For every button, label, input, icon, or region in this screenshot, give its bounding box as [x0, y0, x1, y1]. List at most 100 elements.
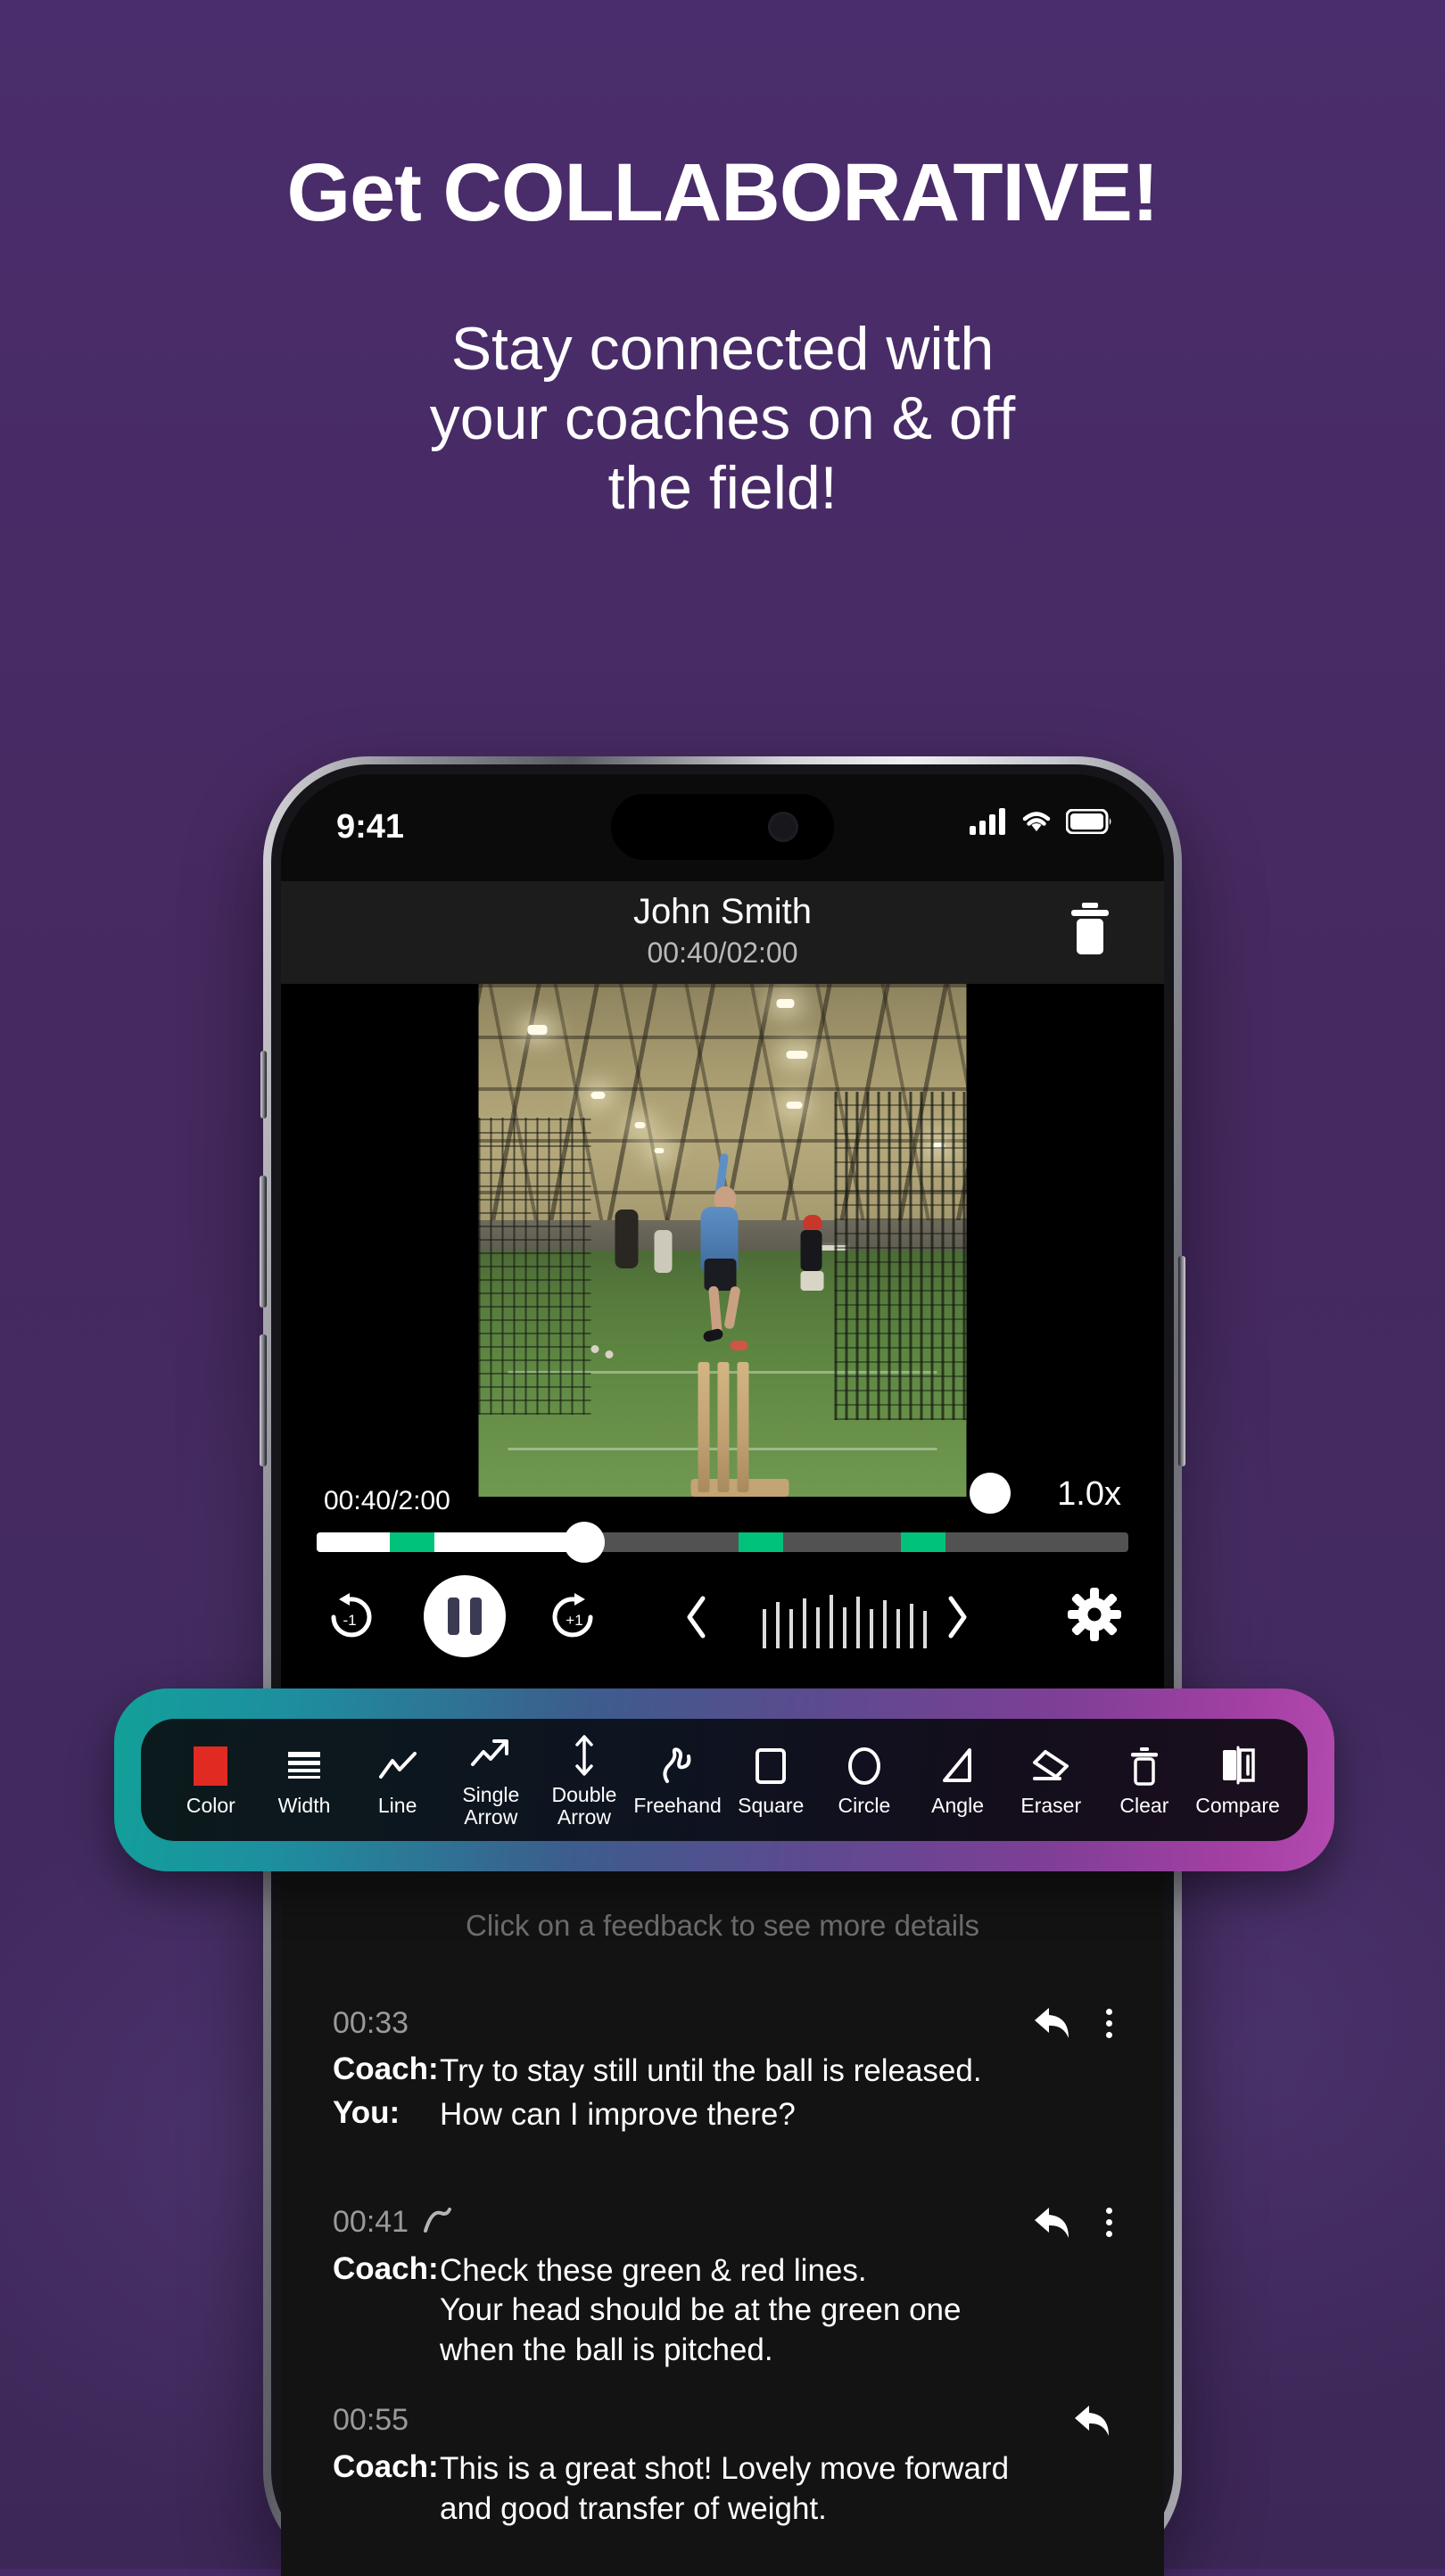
bowler-shorts — [704, 1258, 737, 1291]
tool-label: Compare — [1195, 1794, 1280, 1818]
annotation-toolbar-container: Color Width Line Single Arrow Double Arr… — [114, 1688, 1334, 1871]
frame-scrubber[interactable] — [763, 1584, 927, 1648]
dynamic-island — [611, 794, 834, 860]
gear-icon — [1068, 1588, 1121, 1641]
feedback-line: Coach: This is a great shot! Lovely move… — [333, 2449, 1112, 2530]
tool-line[interactable]: Line — [355, 1743, 441, 1818]
feedback-actions — [1029, 2204, 1112, 2242]
frame-tick — [910, 1604, 913, 1648]
tool-freehand[interactable]: Freehand — [633, 1743, 722, 1817]
frame-tick — [923, 1611, 927, 1648]
angle-icon — [942, 1748, 971, 1783]
forward-1-second-button[interactable]: +1 — [549, 1591, 600, 1647]
feedback-header: 00:41 — [333, 2198, 1112, 2248]
status-icons — [970, 808, 1112, 835]
tool-compare[interactable]: Compare — [1195, 1743, 1281, 1818]
background-person — [615, 1210, 639, 1268]
video-scrubber-zone[interactable]: 1.0x 00:40/2:00 — [281, 1461, 1164, 1568]
scrubber-track[interactable] — [317, 1532, 1128, 1552]
tool-color[interactable]: Color — [168, 1743, 253, 1817]
feedback-message: Check these green & red lines. Your head… — [440, 2252, 962, 2368]
feedback-author: Coach: — [333, 2052, 439, 2086]
promo-headline: Get COLLABORATIVE! — [286, 147, 1160, 238]
feedback-hint: Click on a feedback to see more details — [466, 1909, 979, 1942]
single-arrow-icon — [471, 1739, 509, 1767]
list-item[interactable]: 00:33 Coach: Try to stay still until the… — [333, 1986, 1112, 2135]
tool-width[interactable]: Width — [261, 1743, 347, 1817]
page-title: John Smith — [632, 892, 813, 931]
right-net — [834, 1091, 967, 1420]
reply-arrow-icon[interactable] — [1069, 2402, 1112, 2440]
ceiling-lamp — [654, 1148, 665, 1153]
tool-angle[interactable]: Angle — [915, 1743, 1001, 1818]
circle-icon — [847, 1747, 880, 1786]
phone-mockup: 9:41 John Smith 00:40/02:00 1.0x 00:40/2… — [260, 756, 1185, 2576]
line-icon — [378, 1752, 417, 1779]
feedback-author: Coach: — [333, 2448, 439, 2484]
tool-label: Square — [738, 1794, 805, 1818]
frame-tick — [803, 1598, 806, 1648]
annotation-toolbar: Color Width Line Single Arrow Double Arr… — [141, 1719, 1308, 1841]
kebab-menu-icon[interactable] — [1106, 2008, 1112, 2038]
frame-tick — [763, 1609, 766, 1648]
kebab-menu-icon[interactable] — [1106, 2208, 1112, 2238]
settings-button[interactable] — [1068, 1588, 1121, 1646]
tool-circle[interactable]: Circle — [822, 1743, 907, 1817]
frame-tick — [816, 1607, 820, 1648]
feedback-marker[interactable] — [389, 1532, 434, 1552]
feedback-line: Coach: Check these green & red lines. Yo… — [333, 2251, 1112, 2371]
list-item[interactable]: 00:55 Coach: This is a great shot! Lovel… — [333, 2383, 1112, 2530]
left-net — [478, 1117, 591, 1415]
scrubber-thumb[interactable] — [564, 1522, 606, 1563]
feedback-timestamp: 00:55 — [333, 2403, 409, 2438]
feedback-list[interactable]: Click on a feedback to see more details … — [281, 1871, 1164, 2576]
subheadline-line-1: Stay connected with — [450, 315, 995, 383]
feedback-marker[interactable] — [739, 1532, 784, 1552]
delete-video-button[interactable] — [1068, 901, 1112, 956]
frame-tick — [856, 1597, 860, 1648]
tool-label: Angle — [931, 1794, 984, 1818]
rewind-minus-1-icon: -1 — [331, 1593, 372, 1638]
chevron-left-icon — [687, 1596, 706, 1639]
next-frame-button[interactable] — [941, 1591, 973, 1647]
reply-arrow-icon[interactable] — [1029, 2004, 1072, 2042]
reply-arrow-icon[interactable] — [1029, 2204, 1072, 2242]
tool-label: Clear — [1119, 1794, 1169, 1818]
compare-split-icon — [1222, 1746, 1255, 1785]
square-icon — [756, 1748, 787, 1785]
power-button[interactable] — [1178, 1256, 1185, 1466]
batsman-helmet — [803, 1214, 822, 1229]
previous-frame-button[interactable] — [681, 1591, 713, 1647]
tool-label: Line — [377, 1794, 417, 1818]
phone-screen: 9:41 John Smith 00:40/02:00 1.0x 00:40/2… — [281, 774, 1164, 2576]
tool-eraser[interactable]: Eraser — [1008, 1743, 1094, 1817]
freehand-icon — [663, 1747, 690, 1784]
rewind-1-second-button[interactable]: -1 — [324, 1591, 376, 1647]
ceiling-lamp — [527, 1025, 548, 1035]
front-camera-icon — [768, 812, 798, 842]
frame-tick — [789, 1609, 793, 1648]
volume-down-button[interactable] — [260, 1334, 267, 1466]
speed-knob[interactable] — [970, 1473, 1011, 1514]
ceiling-lamp — [634, 1122, 646, 1129]
list-item[interactable]: 00:41 Coach: Check these green & red lin… — [333, 2185, 1112, 2371]
tool-clear[interactable]: Clear — [1102, 1743, 1187, 1818]
feedback-timestamp: 00:33 — [333, 2005, 409, 2040]
tool-square[interactable]: Square — [728, 1743, 813, 1818]
double-arrow-icon — [575, 1735, 593, 1777]
app-header: John Smith 00:40/02:00 — [281, 881, 1164, 984]
feedback-marker[interactable] — [901, 1532, 946, 1552]
frame-tick — [830, 1595, 833, 1648]
drawing-attached-icon — [423, 2207, 453, 2238]
feedback-author: Coach: — [333, 2250, 439, 2286]
video-player-area[interactable] — [281, 984, 1164, 1497]
tool-single-arrow[interactable]: Single Arrow — [448, 1732, 533, 1828]
tool-double-arrow[interactable]: Double Arrow — [541, 1732, 627, 1829]
silent-switch[interactable] — [260, 1051, 267, 1119]
tool-label: Double Arrow — [551, 1783, 617, 1829]
play-pause-button[interactable] — [424, 1575, 506, 1657]
status-time: 9:41 — [336, 808, 405, 846]
list-item[interactable]: 01:11 — [333, 2565, 1112, 2576]
bowler-shoe — [730, 1340, 748, 1350]
volume-up-button[interactable] — [260, 1176, 267, 1308]
